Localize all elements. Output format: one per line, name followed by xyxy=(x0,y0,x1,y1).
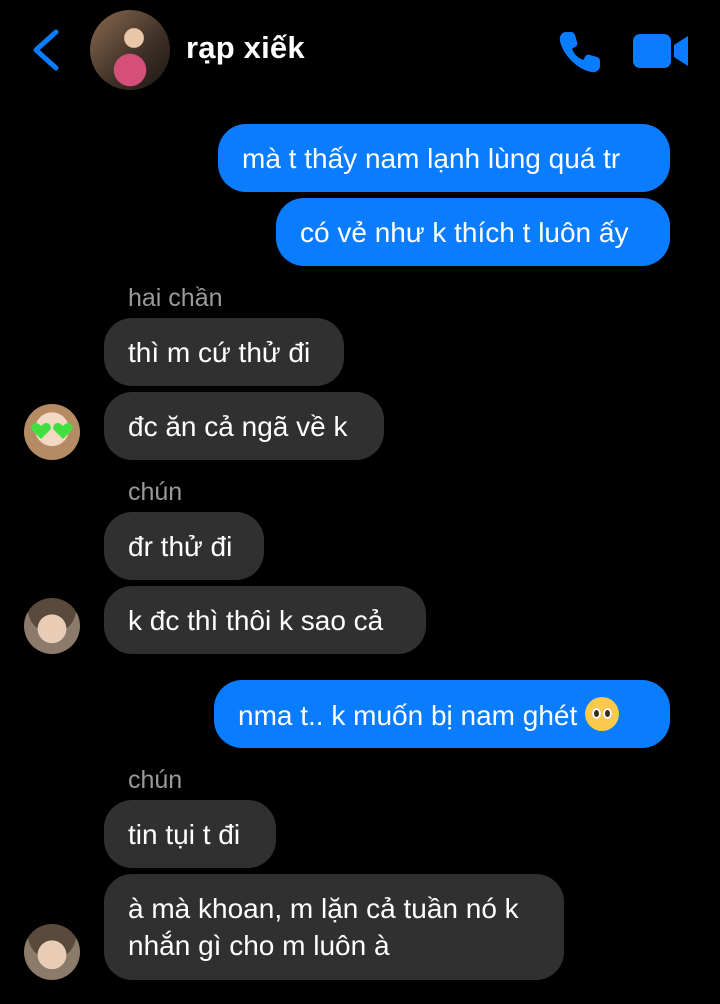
back-chevron-icon[interactable] xyxy=(28,28,64,72)
sender-avatar[interactable] xyxy=(24,598,80,654)
message-text: đc ăn cả ngã về k xyxy=(128,411,348,442)
contact-avatar[interactable] xyxy=(90,10,170,90)
message-text: k đc thì thôi k sao cả xyxy=(128,605,384,636)
chat-header: rạp xiếk xyxy=(0,0,720,100)
message-bubble-received[interactable]: tin tụi t đi xyxy=(104,800,276,868)
video-camera-icon[interactable] xyxy=(632,32,690,70)
message-bubble-received[interactable]: k đc thì thôi k sao cả xyxy=(104,586,426,654)
chat-title[interactable]: rạp xiếk xyxy=(186,30,305,66)
sender-name: chún xyxy=(128,478,183,506)
message-text-line: à mà khoan, m lặn cả tuần nó k xyxy=(128,893,519,924)
message-text: đr thử đi xyxy=(128,531,233,562)
message-text: có vẻ như k thích t luôn ấy xyxy=(300,217,629,248)
message-bubble-sent[interactable]: có vẻ như k thích t luôn ấy xyxy=(276,198,670,266)
pleading-face-emoji-icon xyxy=(585,697,620,731)
message-text: thì m cứ thử đi xyxy=(128,337,311,368)
sender-name: chún xyxy=(128,766,183,794)
message-bubble-received[interactable]: à mà khoan, m lặn cả tuần nó k nhắn gì c… xyxy=(104,874,564,980)
sender-avatar[interactable] xyxy=(24,404,80,460)
sender-avatar[interactable] xyxy=(24,924,80,980)
sender-name: hai chần xyxy=(128,284,223,312)
message-bubble-received[interactable]: đr thử đi xyxy=(104,512,264,580)
message-bubble-sent[interactable]: mà t thấy nam lạnh lùng quá tr xyxy=(218,124,670,192)
message-bubble-sent[interactable]: nma t.. k muốn bị nam ghét xyxy=(214,680,670,748)
phone-icon[interactable] xyxy=(556,28,604,76)
message-text: nma t.. k muốn bị nam ghét xyxy=(238,700,578,731)
message-text-line: nhắn gì cho m luôn à xyxy=(128,930,390,961)
heart-glasses-icon xyxy=(31,423,73,439)
message-bubble-received[interactable]: đc ăn cả ngã về k xyxy=(104,392,384,460)
message-text: tin tụi t đi xyxy=(128,819,241,850)
message-text: mà t thấy nam lạnh lùng quá tr xyxy=(242,143,621,174)
message-bubble-received[interactable]: thì m cứ thử đi xyxy=(104,318,344,386)
